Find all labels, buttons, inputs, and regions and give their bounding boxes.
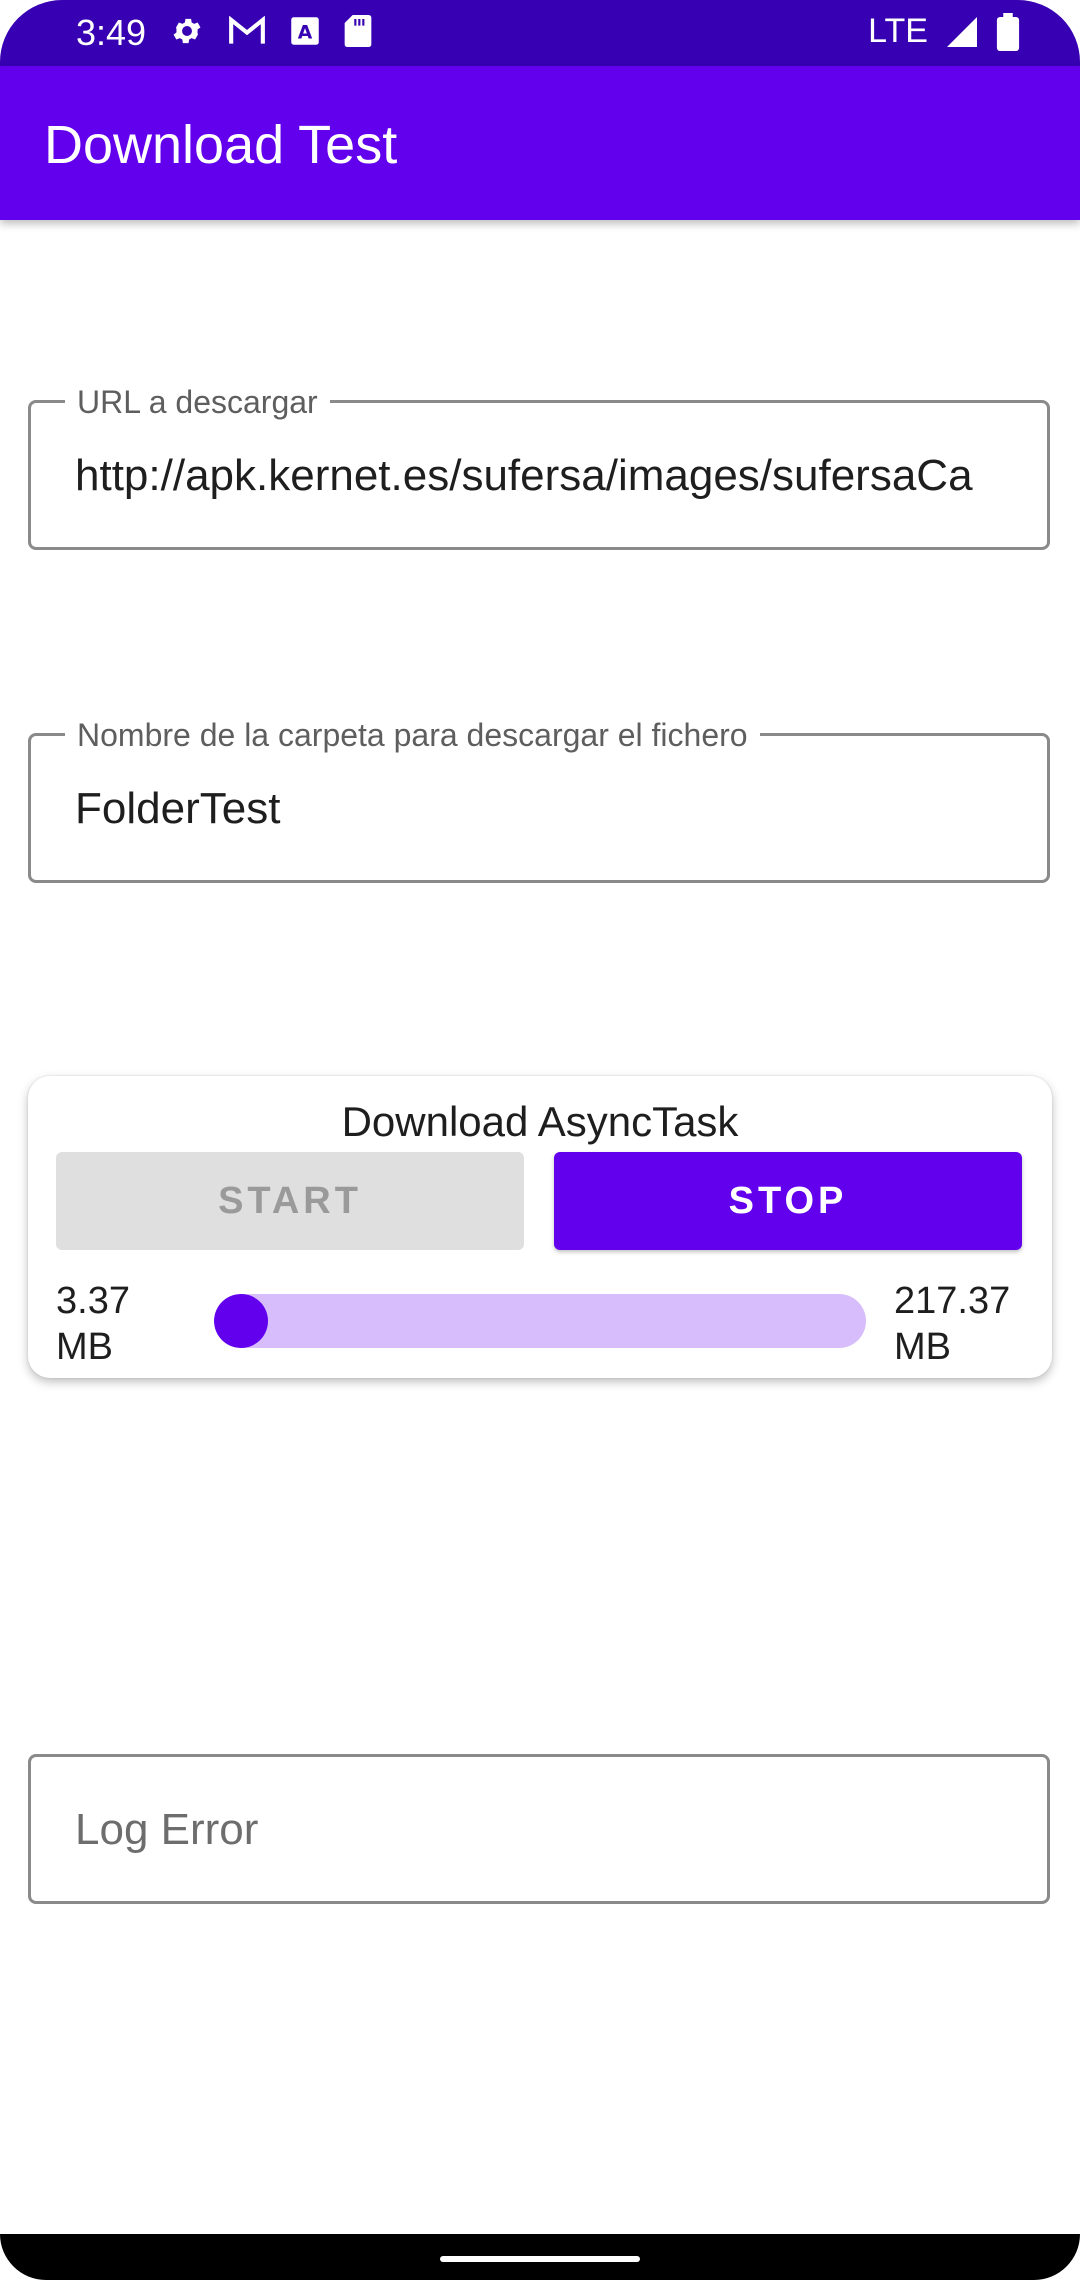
total-size-unit: MB	[894, 1326, 951, 1368]
url-input[interactable]: URL a descargar http://apk.kernet.es/suf…	[28, 384, 1050, 550]
start-button[interactable]: START	[56, 1152, 524, 1250]
log-error-placeholder: Log Error	[75, 1805, 259, 1854]
download-progress-bar	[214, 1294, 866, 1348]
gmail-icon	[229, 16, 265, 44]
battery-icon	[996, 12, 1020, 51]
downloaded-size-unit: MB	[56, 1326, 113, 1368]
total-size-value: 217.37	[894, 1280, 1011, 1322]
settings-gear-icon	[173, 18, 201, 44]
signal-icon	[947, 16, 977, 47]
home-gesture-handle[interactable]	[440, 2256, 640, 2262]
log-error-field[interactable]: Log Error	[28, 1754, 1050, 1904]
downloaded-size: 3.37 MB	[56, 1278, 130, 1370]
download-progress-fill	[214, 1294, 268, 1348]
status-time: 3:49	[76, 12, 147, 53]
downloaded-size-value: 3.37	[56, 1280, 130, 1322]
folder-input-label: Nombre de la carpeta para descargar el f…	[65, 717, 760, 754]
status-bar: 3:49 A LTE	[0, 0, 1080, 66]
folder-input[interactable]: Nombre de la carpeta para descargar el f…	[28, 717, 1050, 883]
download-card: Download AsyncTask START STOP 3.37 MB 21…	[28, 1076, 1052, 1378]
sd-card-icon	[344, 15, 372, 47]
status-system-icons: LTE	[868, 12, 1020, 51]
folder-input-value[interactable]: FolderTest	[75, 784, 1007, 834]
total-size: 217.37 MB	[894, 1278, 1010, 1370]
status-notification-icons: A	[170, 14, 372, 48]
app-title: Download Test	[44, 115, 398, 175]
navigation-bar	[0, 2234, 1080, 2280]
network-type-label: LTE	[868, 12, 928, 50]
svg-text:A: A	[298, 23, 313, 44]
url-input-label: URL a descargar	[65, 384, 330, 421]
url-input-value[interactable]: http://apk.kernet.es/sufersa/images/sufe…	[75, 451, 1007, 501]
text-a-icon: A	[291, 17, 319, 45]
app-toolbar: Download Test	[0, 66, 1080, 220]
stop-button[interactable]: STOP	[554, 1152, 1022, 1250]
download-card-title: Download AsyncTask	[341, 1098, 739, 1145]
